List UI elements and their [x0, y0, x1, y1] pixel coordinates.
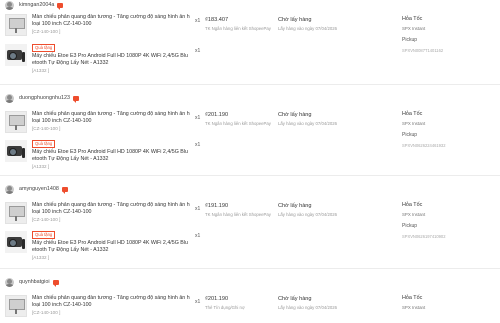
gift-badge: Quà tặng	[32, 140, 56, 148]
tracking-number[interactable]: SPXVN0626224461932	[402, 143, 497, 148]
shipping-col: Hỏa Tốc SPX Instant	[402, 295, 497, 310]
product-image[interactable]	[5, 295, 27, 317]
avatar[interactable]	[5, 0, 14, 10]
product-image[interactable]	[5, 140, 27, 162]
carrier: SPX Instant	[402, 304, 426, 310]
order-status-col: Chờ lấy hàng Lấy hàng vào ngày 07/04/202…	[278, 112, 388, 126]
chat-icon[interactable]	[72, 95, 79, 103]
shipping-col: Hỏa Tốc SPX Instant Pickup SPXVN06261974…	[402, 202, 497, 239]
carrier: SPX Instant	[402, 120, 426, 126]
product-image[interactable]	[5, 202, 27, 224]
avatar[interactable]	[5, 184, 14, 194]
item-quantity: x1	[195, 48, 201, 54]
item-quantity: x1	[195, 233, 201, 239]
chat-icon[interactable]	[61, 186, 68, 194]
order-price-col: ₫191.190 TK Ngân hàng liên kết ShopeePay	[205, 203, 275, 217]
item-quantity: x1	[195, 206, 201, 212]
product-title[interactable]: Màn chiếu phản quang đàn tương - Tăng cư…	[32, 14, 190, 28]
product-sku: [CZ-140-100 ]	[32, 29, 61, 34]
order-price-col: ₫201.190 Thẻ Tín dụng/Ghi nợ	[205, 296, 275, 310]
product-sku: [CZ-140-100 ]	[32, 126, 61, 131]
carrier: SPX Instant	[402, 211, 426, 217]
chat-icon[interactable]	[57, 2, 64, 10]
order-list: kimngan2004a Màn chiếu phản quang đàn tư…	[0, 0, 500, 323]
product-image[interactable]	[5, 14, 27, 36]
pickup-date: Lấy hàng vào ngày 07/04/2026	[278, 211, 338, 217]
shipping-type: Hỏa Tốc	[402, 16, 423, 22]
order-user: duongphuongnhu123	[5, 92, 79, 104]
pickup-label: Pickup	[402, 37, 418, 44]
order-status: Chờ lấy hàng	[278, 296, 312, 302]
product-title[interactable]: Máy chiếu Etoe E3 Pro Android Full HD 10…	[32, 240, 190, 254]
order-price: ₫191.190	[205, 203, 229, 209]
pickup-label: Pickup	[402, 223, 418, 230]
username[interactable]: duongphuongnhu123	[19, 95, 70, 102]
order-user: kimngan2004a	[5, 0, 64, 11]
order-status-col: Chờ lấy hàng Lấy hàng vào ngày 07/04/202…	[278, 17, 388, 31]
item-quantity: x1	[195, 142, 201, 148]
product-title[interactable]: Máy chiếu Etoe E3 Pro Android Full HD 10…	[32, 149, 190, 163]
tracking-number[interactable]: SPXVN0626197410902	[402, 234, 497, 239]
avatar[interactable]	[5, 277, 14, 287]
order-price-col: ₫201.190 TK Ngân hàng liên kết ShopeePay	[205, 112, 275, 126]
product-sku: [A1332 ]	[32, 67, 50, 73]
product-sku: [A1332 ]	[32, 254, 50, 260]
product-title[interactable]: Màn chiếu phản quang đàn tương - Tăng cư…	[32, 295, 190, 309]
order-status-col: Chờ lấy hàng Lấy hàng vào ngày 07/04/202…	[278, 296, 388, 310]
shipping-type: Hỏa Tốc	[402, 202, 423, 208]
order-price: ₫201.190	[205, 112, 229, 118]
shipping-col: Hỏa Tốc SPX Instant Pickup SPXVN0087T140…	[402, 16, 497, 53]
shipping-type: Hỏa Tốc	[402, 295, 423, 301]
payment-method: Thẻ Tín dụng/Ghi nợ	[205, 304, 245, 310]
shipping-type: Hỏa Tốc	[402, 111, 423, 117]
product-title[interactable]: Máy chiếu Etoe E3 Pro Android Full HD 10…	[32, 53, 190, 67]
shipping-col: Hỏa Tốc SPX Instant Pickup SPXVN06262244…	[402, 111, 497, 148]
divider	[0, 84, 500, 85]
pickup-date: Lấy hàng vào ngày 07/04/2026	[278, 304, 338, 310]
tracking-number[interactable]: SPXVN0087T1401162	[402, 48, 497, 53]
pickup-label: Pickup	[402, 132, 418, 139]
pickup-date: Lấy hàng vào ngày 07/04/2026	[278, 120, 338, 126]
gift-badge: Quà tặng	[32, 44, 56, 52]
product-title[interactable]: Màn chiếu phản quang đàn tương - Tăng cư…	[32, 111, 190, 125]
product-image[interactable]	[5, 44, 27, 66]
order-status-col: Chờ lấy hàng Lấy hàng vào ngày 07/04/202…	[278, 203, 388, 217]
username[interactable]: quynhbatgioi	[19, 279, 50, 286]
order-status: Chờ lấy hàng	[278, 112, 312, 118]
chat-icon[interactable]	[52, 279, 59, 287]
payment-method: TK Ngân hàng liên kết ShopeePay	[205, 120, 271, 126]
product-sku: [A1332 ]	[32, 163, 50, 169]
gift-badge: Quà tặng	[32, 231, 56, 239]
payment-method: TK Ngân hàng liên kết ShopeePay	[205, 25, 271, 31]
order-price-col: ₫183.407 TK Ngân hàng liên kết ShopeePay	[205, 17, 275, 31]
pickup-date: Lấy hàng vào ngày 07/04/2026	[278, 25, 338, 31]
username[interactable]: kimngan2004a	[19, 2, 54, 9]
carrier: SPX Instant	[402, 25, 426, 31]
item-quantity: x1	[195, 299, 201, 305]
avatar[interactable]	[5, 93, 14, 103]
product-image[interactable]	[5, 111, 27, 133]
order-user: amynguyen1408	[5, 183, 68, 195]
order-price: ₫183.407	[205, 17, 229, 23]
order-user: quynhbatgioi	[5, 276, 59, 288]
divider	[0, 175, 500, 176]
product-image[interactable]	[5, 231, 27, 253]
item-quantity: x1	[195, 18, 201, 24]
product-sku: [CZ-140-100 ]	[32, 310, 61, 315]
username[interactable]: amynguyen1408	[19, 186, 59, 193]
order-status: Chờ lấy hàng	[278, 17, 312, 23]
divider	[0, 268, 500, 269]
payment-method: TK Ngân hàng liên kết ShopeePay	[205, 211, 271, 217]
product-sku: [CZ-140-100 ]	[32, 217, 61, 222]
order-price: ₫201.190	[205, 296, 229, 302]
order-status: Chờ lấy hàng	[278, 203, 312, 209]
item-quantity: x1	[195, 115, 201, 121]
product-title[interactable]: Màn chiếu phản quang đàn tương - Tăng cư…	[32, 202, 190, 216]
